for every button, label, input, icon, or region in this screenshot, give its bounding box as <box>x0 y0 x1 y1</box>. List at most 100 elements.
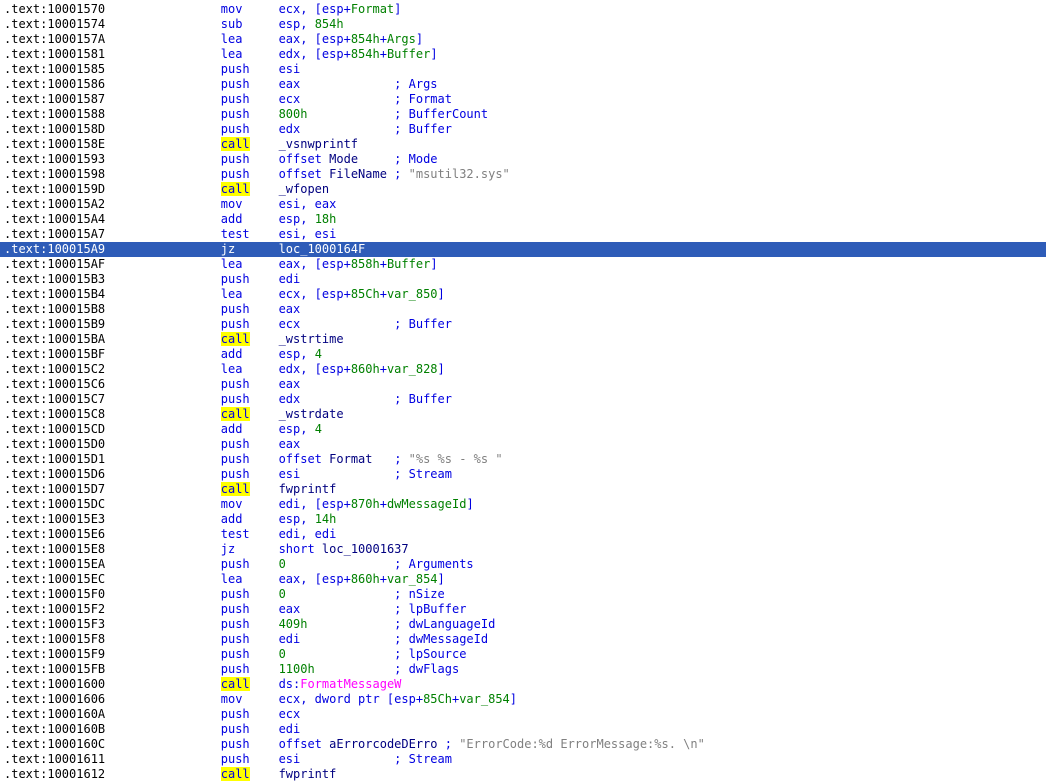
address[interactable]: .text:100015D7 <box>4 482 105 496</box>
disasm-line[interactable]: .text:10001593 push offset Mode ; Mode <box>0 152 1046 167</box>
local-var-name[interactable]: Args <box>387 32 416 46</box>
disasm-line[interactable]: .text:1000160A push ecx <box>0 707 1046 722</box>
address[interactable]: .text:100015A4 <box>4 212 105 226</box>
address[interactable]: .text:100015B4 <box>4 287 105 301</box>
disasm-line[interactable]: .text:100015EA push 0 ; Arguments <box>0 557 1046 572</box>
disasm-line[interactable]: .text:100015F9 push 0 ; lpSource <box>0 647 1046 662</box>
disasm-line[interactable]: .text:100015B9 push ecx ; Buffer <box>0 317 1046 332</box>
address[interactable]: .text:100015BA <box>4 332 105 346</box>
symbol-name[interactable]: _vsnwprintf <box>279 137 358 151</box>
address[interactable]: .text:100015E8 <box>4 542 105 556</box>
address[interactable]: .text:10001574 <box>4 17 105 31</box>
address[interactable]: .text:10001593 <box>4 152 105 166</box>
local-var-name[interactable]: Buffer <box>387 257 430 271</box>
address[interactable]: .text:10001600 <box>4 677 105 691</box>
address[interactable]: .text:100015CD <box>4 422 105 436</box>
disasm-line[interactable]: .text:100015FB push 1100h ; dwFlags <box>0 662 1046 677</box>
address[interactable]: .text:1000159D <box>4 182 105 196</box>
address[interactable]: .text:100015F9 <box>4 647 105 661</box>
disasm-line[interactable]: .text:10001570 mov ecx, [esp+Format] <box>0 2 1046 17</box>
address[interactable]: .text:100015F0 <box>4 587 105 601</box>
address[interactable]: .text:100015D0 <box>4 437 105 451</box>
local-var-name[interactable]: var_854 <box>387 572 438 586</box>
disasm-line[interactable]: .text:100015F2 push eax ; lpBuffer <box>0 602 1046 617</box>
address[interactable]: .text:1000160C <box>4 737 105 751</box>
address[interactable]: .text:100015C2 <box>4 362 105 376</box>
address[interactable]: .text:100015B8 <box>4 302 105 316</box>
address[interactable]: .text:1000158D <box>4 122 105 136</box>
address[interactable]: .text:1000158E <box>4 137 105 151</box>
address[interactable]: .text:100015A7 <box>4 227 105 241</box>
symbol-name[interactable]: loc_1000164F <box>279 242 366 256</box>
local-var-name[interactable]: dwMessageId <box>387 497 466 511</box>
disasm-line[interactable]: .text:100015B8 push eax <box>0 302 1046 317</box>
address[interactable]: .text:100015F3 <box>4 617 105 631</box>
disasm-line[interactable]: .text:100015E3 add esp, 14h <box>0 512 1046 527</box>
address[interactable]: .text:100015BF <box>4 347 105 361</box>
disasm-line[interactable]: .text:100015E6 test edi, edi <box>0 527 1046 542</box>
disasm-line[interactable]: .text:10001581 lea edx, [esp+854h+Buffer… <box>0 47 1046 62</box>
address[interactable]: .text:100015C7 <box>4 392 105 406</box>
address[interactable]: .text:10001588 <box>4 107 105 121</box>
symbol-name[interactable]: FileName <box>329 167 387 181</box>
local-var-name[interactable]: var_828 <box>387 362 438 376</box>
local-var-name[interactable]: var_850 <box>387 287 438 301</box>
symbol-name[interactable]: Format <box>329 452 372 466</box>
disasm-line[interactable]: .text:100015D0 push eax <box>0 437 1046 452</box>
address[interactable]: .text:100015E6 <box>4 527 105 541</box>
symbol-name[interactable]: _wstrdate <box>279 407 344 421</box>
disasm-line[interactable]: .text:10001598 push offset FileName ; "m… <box>0 167 1046 182</box>
local-var-name[interactable]: Format <box>351 2 394 16</box>
disasm-line[interactable]: .text:100015A7 test esi, esi <box>0 227 1046 242</box>
address[interactable]: .text:100015C8 <box>4 407 105 421</box>
disasm-line[interactable]: .text:100015AF lea eax, [esp+858h+Buffer… <box>0 257 1046 272</box>
disasm-line[interactable]: .text:100015EC lea eax, [esp+860h+var_85… <box>0 572 1046 587</box>
disasm-line[interactable]: .text:10001611 push esi ; Stream <box>0 752 1046 767</box>
address[interactable]: .text:10001606 <box>4 692 105 706</box>
disasm-line[interactable]: .text:10001574 sub esp, 854h <box>0 17 1046 32</box>
address[interactable]: .text:100015F8 <box>4 632 105 646</box>
address[interactable]: .text:100015B9 <box>4 317 105 331</box>
symbol-name[interactable]: _wstrtime <box>279 332 344 346</box>
disasm-line[interactable]: .text:100015D6 push esi ; Stream <box>0 467 1046 482</box>
disasm-line[interactable]: .text:1000158D push edx ; Buffer <box>0 122 1046 137</box>
address[interactable]: .text:10001612 <box>4 767 105 781</box>
disasm-line[interactable]: .text:1000160B push edi <box>0 722 1046 737</box>
disasm-line[interactable]: .text:10001606 mov ecx, dword ptr [esp+8… <box>0 692 1046 707</box>
address[interactable]: .text:1000160B <box>4 722 105 736</box>
disasm-line[interactable]: .text:100015B4 lea ecx, [esp+85Ch+var_85… <box>0 287 1046 302</box>
disasm-line[interactable]: .text:100015C8 call _wstrdate <box>0 407 1046 422</box>
local-var-name[interactable]: var_854 <box>459 692 510 706</box>
disasm-line[interactable]: .text:100015A2 mov esi, eax <box>0 197 1046 212</box>
disasm-line[interactable]: .text:100015A9 jz loc_1000164F <box>0 242 1046 257</box>
address[interactable]: .text:10001587 <box>4 92 105 106</box>
disasm-line[interactable]: .text:10001600 call ds:FormatMessageW <box>0 677 1046 692</box>
disasm-line[interactable]: .text:100015C6 push eax <box>0 377 1046 392</box>
address[interactable]: .text:100015EA <box>4 557 105 571</box>
disasm-line[interactable]: .text:100015F8 push edi ; dwMessageId <box>0 632 1046 647</box>
import-name[interactable]: FormatMessageW <box>300 677 401 691</box>
disasm-line[interactable]: .text:100015D7 call fwprintf <box>0 482 1046 497</box>
address[interactable]: .text:10001586 <box>4 77 105 91</box>
disasm-line[interactable]: .text:100015F3 push 409h ; dwLanguageId <box>0 617 1046 632</box>
address[interactable]: .text:10001581 <box>4 47 105 61</box>
disasm-line[interactable]: .text:100015D1 push offset Format ; "%s … <box>0 452 1046 467</box>
disasm-line[interactable]: .text:1000160C push offset aErrorcodeDEr… <box>0 737 1046 752</box>
local-var-name[interactable]: Buffer <box>387 47 430 61</box>
disasm-line[interactable]: .text:100015C2 lea edx, [esp+860h+var_82… <box>0 362 1046 377</box>
address[interactable]: .text:100015E3 <box>4 512 105 526</box>
disasm-line[interactable]: .text:100015DC mov edi, [esp+870h+dwMess… <box>0 497 1046 512</box>
disasm-line[interactable]: .text:100015BA call _wstrtime <box>0 332 1046 347</box>
disassembly-view[interactable]: .text:10001570 mov ecx, [esp+Format] .tex… <box>0 0 1046 782</box>
disasm-line[interactable]: .text:100015F0 push 0 ; nSize <box>0 587 1046 602</box>
address[interactable]: .text:100015DC <box>4 497 105 511</box>
disasm-line[interactable]: .text:100015A4 add esp, 18h <box>0 212 1046 227</box>
disasm-line[interactable]: .text:1000157A lea eax, [esp+854h+Args] <box>0 32 1046 47</box>
address[interactable]: .text:100015EC <box>4 572 105 586</box>
address[interactable]: .text:1000157A <box>4 32 105 46</box>
address[interactable]: .text:10001611 <box>4 752 105 766</box>
symbol-name[interactable]: aErrorcodeDErro <box>329 737 437 751</box>
address[interactable]: .text:100015B3 <box>4 272 105 286</box>
address[interactable]: .text:100015F2 <box>4 602 105 616</box>
address[interactable]: .text:10001570 <box>4 2 105 16</box>
